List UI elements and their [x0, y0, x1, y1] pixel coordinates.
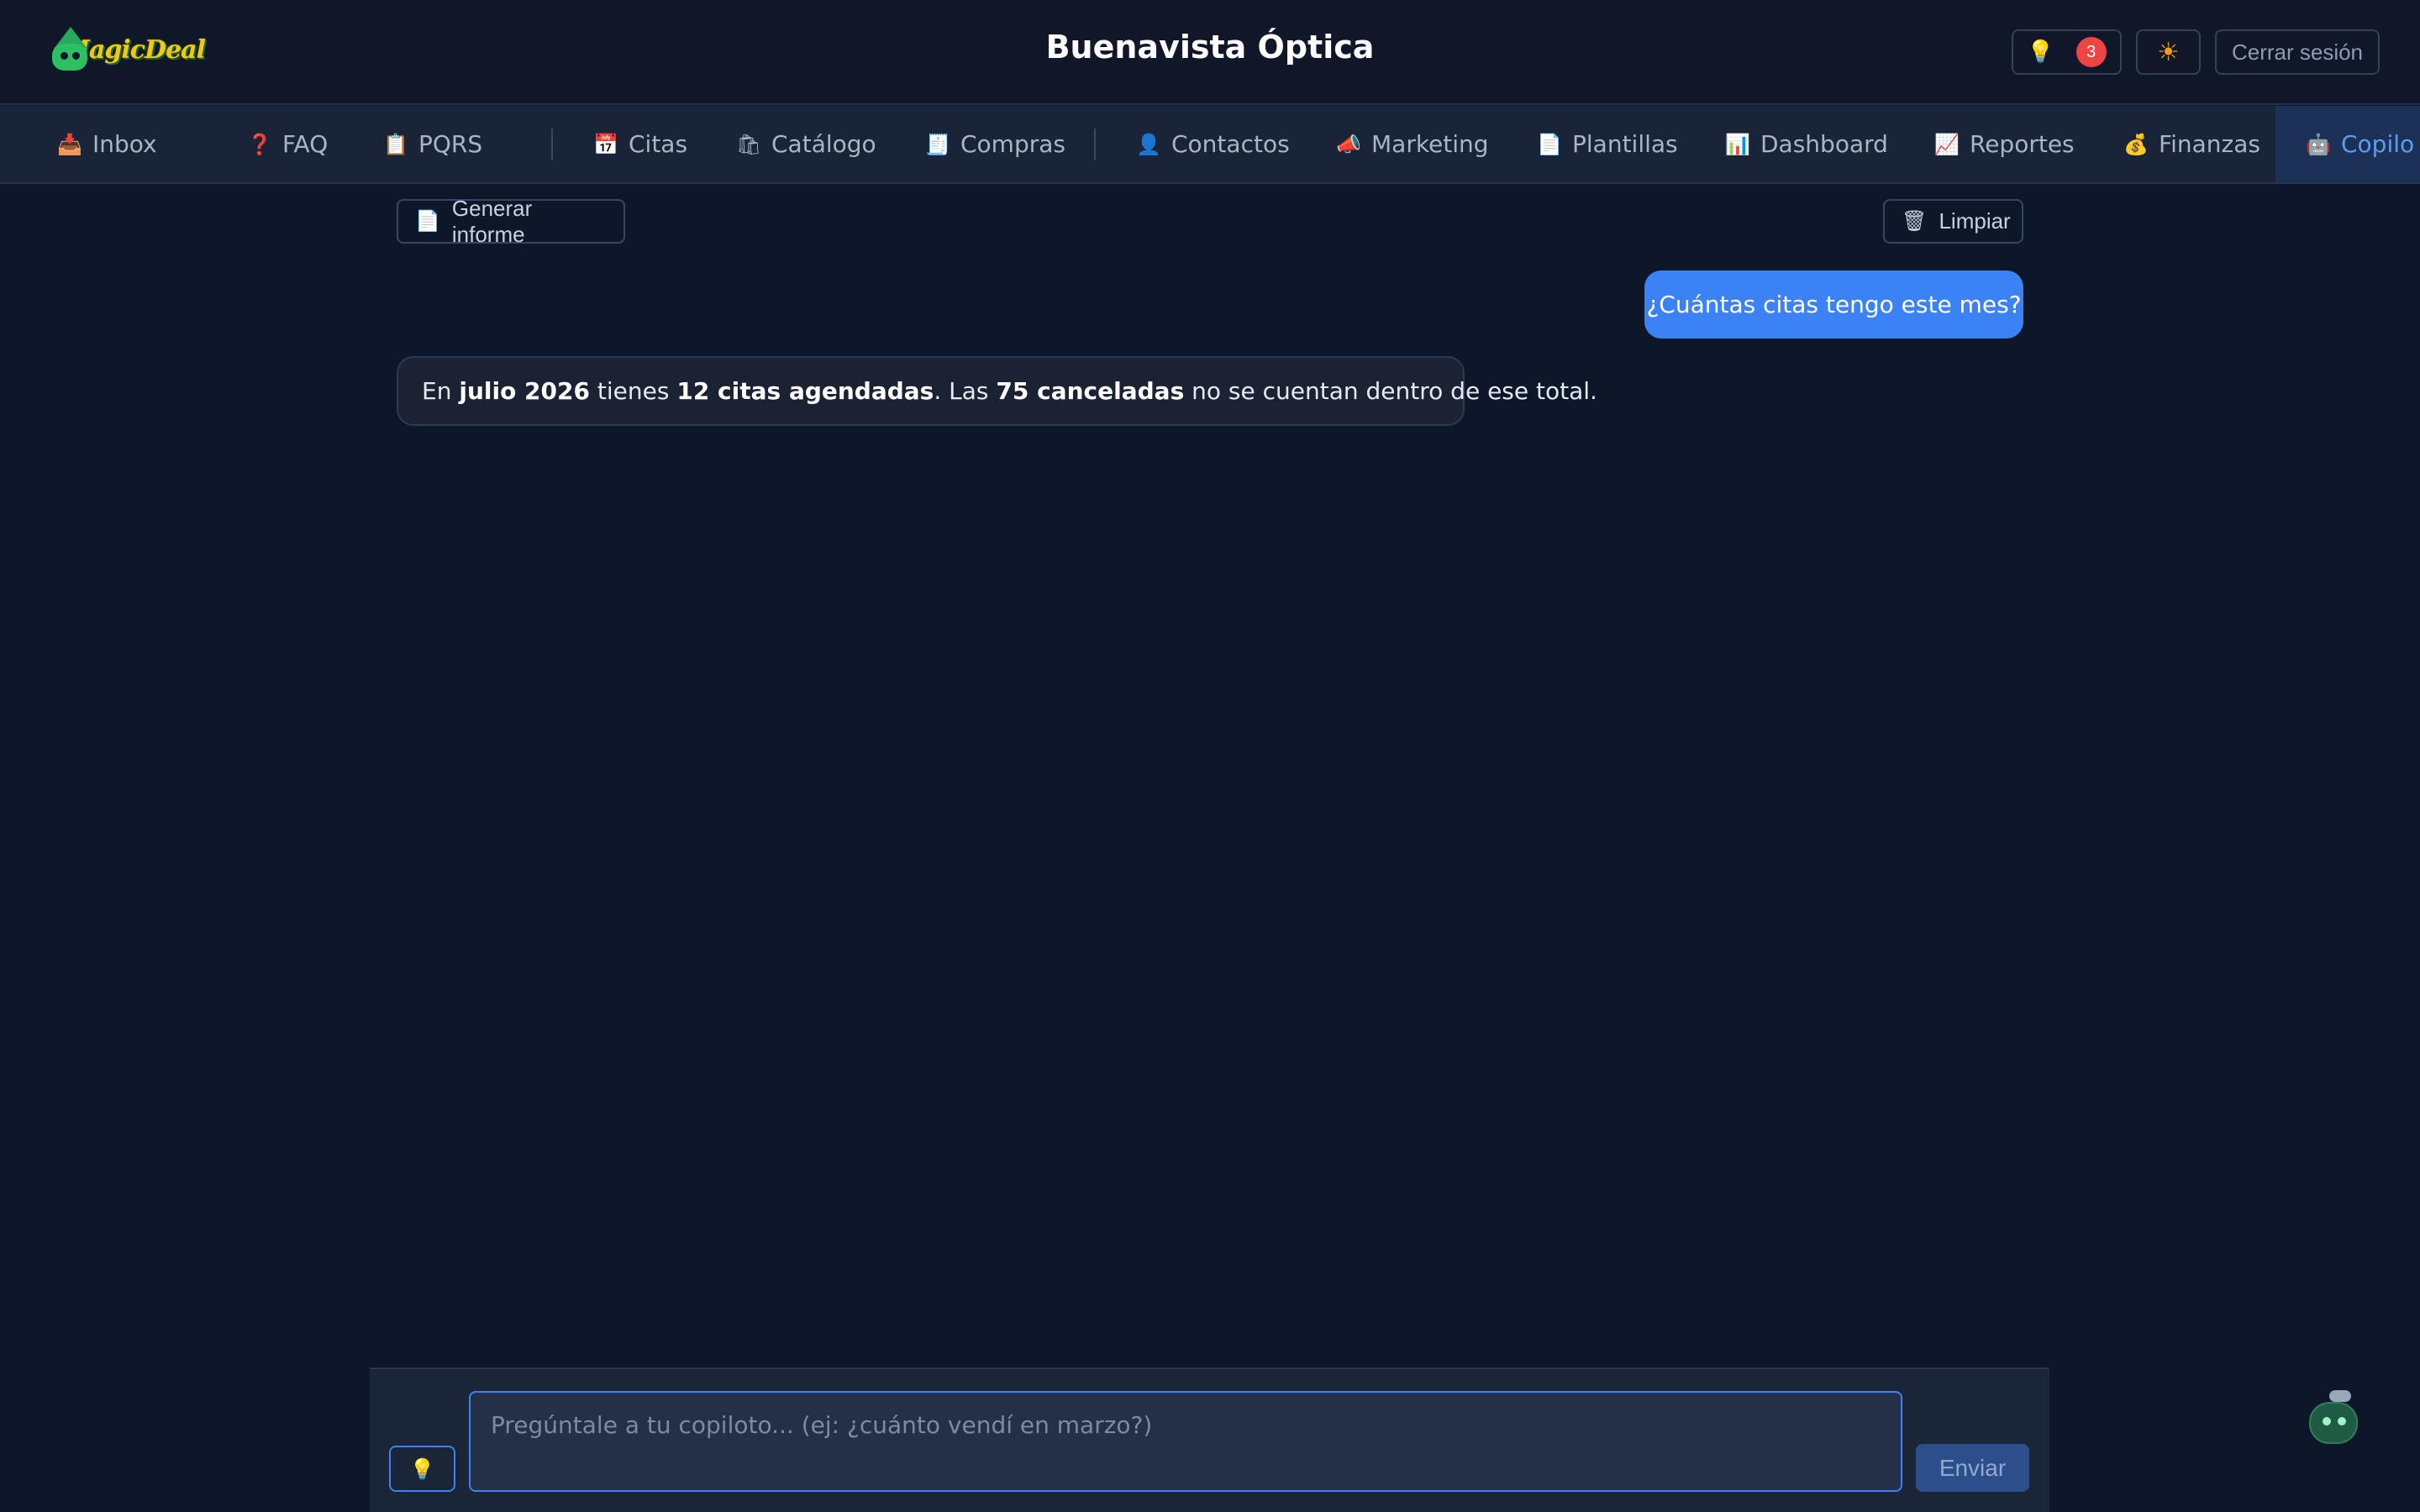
- suggestions-button[interactable]: 💡: [389, 1446, 455, 1492]
- theme-toggle-button[interactable]: ☀: [2136, 29, 2201, 75]
- nav-item-marketing[interactable]: 📣 Marketing: [1336, 106, 1489, 182]
- chat-input[interactable]: [469, 1391, 1902, 1492]
- message-text: tienes: [589, 377, 677, 405]
- nav-item-label: Plantillas: [1572, 130, 1678, 158]
- nav-item-label: Contactos: [1171, 130, 1290, 158]
- nav-item-label: Finanzas: [2159, 130, 2260, 158]
- send-button[interactable]: Enviar: [1916, 1444, 2029, 1492]
- message-bold-text: julio 2026: [459, 377, 590, 405]
- lightbulb-icon: 💡: [409, 1457, 435, 1481]
- nav-item-dashboard[interactable]: 📊 Dashboard: [1725, 106, 1888, 182]
- nav-item-label: PQRS: [418, 130, 483, 158]
- bar-chart-icon: 📊: [1725, 132, 1750, 156]
- money-bag-icon: 💰: [2123, 132, 2149, 156]
- sun-icon: ☀: [2157, 37, 2180, 67]
- assistant-message-bubble: En julio 2026 tienes 12 citas agendadas …: [397, 356, 1597, 426]
- message-bold-text: 75 canceladas: [996, 377, 1185, 405]
- document-icon: 📄: [1537, 132, 1562, 156]
- nav-item-label: Reportes: [1970, 130, 2075, 158]
- generate-report-button[interactable]: 📄 Generar informe: [397, 196, 625, 247]
- nav-item-label: Catálogo: [771, 130, 876, 158]
- logout-button[interactable]: Cerrar sesión: [2215, 29, 2380, 75]
- message-text: . Las: [934, 377, 997, 405]
- megaphone-icon: 📣: [1336, 132, 1361, 156]
- nav-divider: [551, 129, 553, 160]
- nav-item-faq[interactable]: ❓ FAQ: [247, 106, 328, 182]
- nav-item-plantillas[interactable]: 📄 Plantillas: [1537, 106, 1678, 182]
- clear-label: Limpiar: [1939, 208, 2011, 234]
- nav-item-label: Citas: [629, 130, 688, 158]
- document-icon: 📄: [415, 210, 440, 233]
- nav-divider: [1094, 129, 1096, 160]
- main-nav: 📥 Inbox ❓ FAQ 📋 PQRS 📅 Citas 🛍 Catálogo …: [0, 106, 2420, 184]
- nav-item-contactos[interactable]: 👤 Contactos: [1136, 106, 1290, 182]
- message-bold-text: 12 citas agendadas: [676, 377, 934, 405]
- app-header: MagicDeal Buenavista Óptica 💡 3 ☀ Cerrar…: [0, 0, 2420, 105]
- lightbulb-icon: 💡: [2027, 39, 2054, 65]
- notification-badge: 3: [2075, 37, 2107, 67]
- nav-item-inbox[interactable]: 📥 Inbox: [57, 106, 157, 182]
- shopping-bags-icon: 🛍: [736, 132, 762, 156]
- nav-item-copiloto[interactable]: 🤖 Copilo: [2275, 106, 2420, 182]
- receipt-icon: 🧾: [925, 132, 950, 156]
- nav-item-reportes[interactable]: 📈 Reportes: [1934, 106, 2075, 182]
- robot-icon: 🤖: [2306, 132, 2331, 156]
- nav-item-catalogo[interactable]: 🛍 Catálogo: [736, 106, 876, 182]
- question-icon: ❓: [247, 132, 272, 156]
- nav-item-label: Marketing: [1371, 130, 1489, 158]
- nav-item-compras[interactable]: 🧾 Compras: [925, 106, 1065, 182]
- nav-item-label: Compras: [960, 130, 1065, 158]
- floating-assistant-icon[interactable]: [2304, 1387, 2363, 1451]
- calendar-icon: 📅: [593, 132, 618, 156]
- clear-chat-button[interactable]: 🗑 Limpiar: [1883, 199, 2023, 244]
- clipboard-icon: 📋: [383, 132, 408, 156]
- nav-item-pqrs[interactable]: 📋 PQRS: [383, 106, 482, 182]
- nav-item-finanzas[interactable]: 💰 Finanzas: [2123, 106, 2260, 182]
- tips-button[interactable]: 💡 3: [2012, 29, 2122, 75]
- message-text: En: [422, 377, 460, 405]
- inbox-tray-icon: 📥: [57, 132, 82, 156]
- line-chart-icon: 📈: [1934, 132, 1960, 156]
- nav-item-label: FAQ: [282, 130, 329, 158]
- nav-item-label: Inbox: [92, 130, 157, 158]
- generate-report-label: Generar informe: [451, 195, 533, 247]
- wastebasket-icon: 🗑: [1902, 210, 1928, 233]
- user-message-bubble: ¿Cuántas citas tengo este mes?: [1644, 270, 2023, 339]
- nav-item-label: Dashboard: [1760, 130, 1888, 158]
- person-icon: 👤: [1136, 132, 1161, 156]
- message-text: no se cuentan dentro de ese total.: [1184, 377, 1597, 405]
- nav-item-label: Copilo: [2341, 130, 2415, 158]
- nav-item-citas[interactable]: 📅 Citas: [593, 106, 687, 182]
